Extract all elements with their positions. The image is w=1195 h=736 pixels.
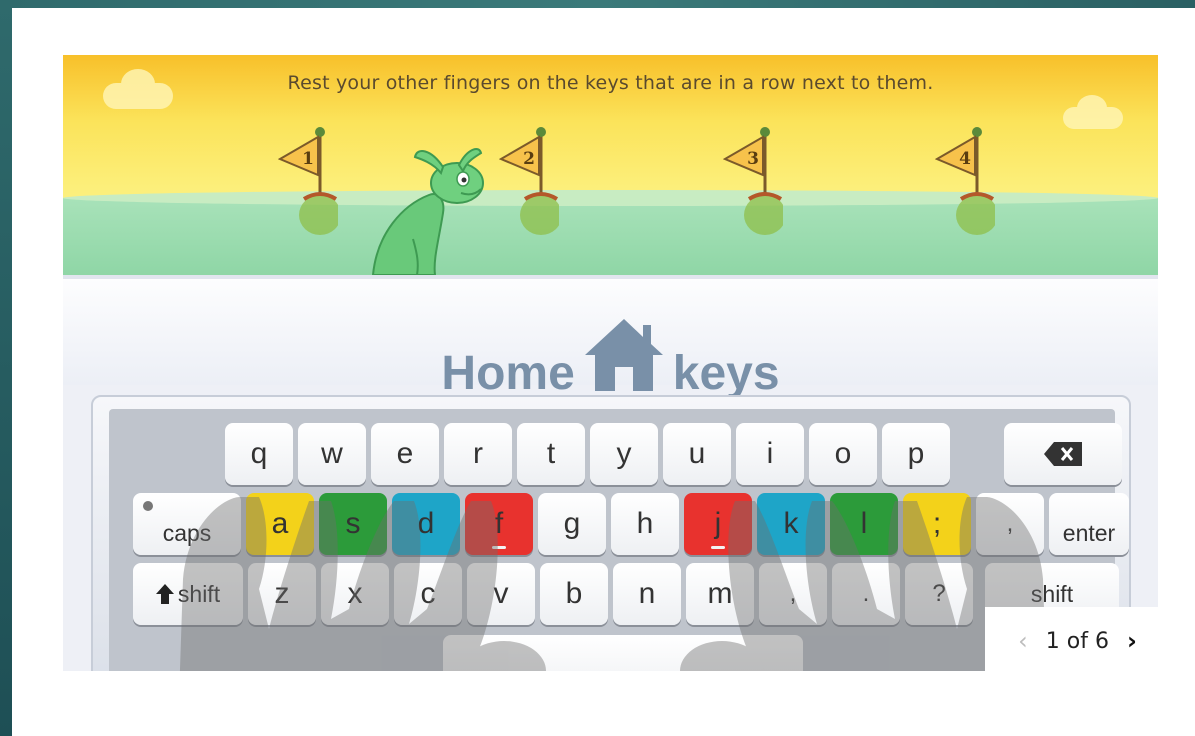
flag-number: 3	[747, 149, 759, 169]
key-z[interactable]: z	[248, 563, 316, 625]
key-v[interactable]: v	[467, 563, 535, 625]
next-image-button[interactable]: ›	[1127, 627, 1137, 655]
flag-4: 4	[935, 125, 995, 237]
key-t[interactable]: t	[517, 423, 585, 485]
pager-count: 1 of 6	[1045, 628, 1109, 654]
enter-label: enter	[1062, 520, 1116, 546]
key-comma[interactable]: ,	[759, 563, 827, 625]
key-o[interactable]: o	[809, 423, 877, 485]
on-screen-keyboard: q w e r t y u i o p caps a s d f g h j k…	[91, 395, 1131, 671]
key-l[interactable]: l	[830, 493, 898, 555]
shift-left-content: shift	[155, 580, 221, 608]
key-f-label: f	[494, 507, 504, 540]
flag-3: 3	[723, 125, 783, 237]
house-icon	[583, 317, 665, 405]
flag-number: 2	[523, 149, 535, 169]
caps-indicator-dot	[143, 501, 153, 511]
key-i[interactable]: i	[736, 423, 804, 485]
key-period[interactable]: .	[832, 563, 900, 625]
key-f[interactable]: f	[465, 493, 533, 555]
key-semicolon[interactable]: ;	[903, 493, 971, 555]
key-g[interactable]: g	[538, 493, 606, 555]
home-key-bump	[711, 546, 725, 549]
key-q[interactable]: q	[225, 423, 293, 485]
key-h[interactable]: h	[611, 493, 679, 555]
key-comma-apostrophe[interactable]: ,	[976, 493, 1044, 555]
shift-right-label: shift	[1030, 580, 1074, 607]
enter-key[interactable]: enter	[1049, 493, 1129, 555]
key-u[interactable]: u	[663, 423, 731, 485]
flag-number: 1	[302, 149, 314, 169]
shift-left-label: shift	[177, 580, 221, 607]
instruction-text: Rest your other fingers on the keys that…	[287, 72, 934, 94]
key-p[interactable]: p	[882, 423, 950, 485]
flag-2: 2	[499, 125, 559, 237]
backspace-key[interactable]	[1004, 423, 1122, 485]
lesson-scene: Rest your other fingers on the keys that…	[63, 55, 1158, 275]
keyboard-keys-area: q w e r t y u i o p caps a s d f g h j k…	[109, 409, 1129, 671]
key-r[interactable]: r	[444, 423, 512, 485]
key-j[interactable]: j	[684, 493, 752, 555]
window-left-edge	[0, 0, 12, 736]
key-j-label: j	[714, 507, 722, 540]
page-title: Home keys	[63, 317, 1158, 405]
caps-key[interactable]: caps	[133, 493, 241, 555]
shift-arrow-icon	[155, 584, 174, 604]
key-n[interactable]: n	[613, 563, 681, 625]
backspace-icon	[1044, 442, 1082, 466]
flag-1: 1	[278, 125, 338, 237]
key-a[interactable]: a	[246, 493, 314, 555]
key-k[interactable]: k	[757, 493, 825, 555]
previous-image-button[interactable]: ‹	[1018, 627, 1028, 655]
caps-label: caps	[162, 520, 212, 546]
image-pager: ‹ 1 of 6 ›	[985, 607, 1170, 675]
key-c[interactable]: c	[394, 563, 462, 625]
key-e[interactable]: e	[371, 423, 439, 485]
key-s[interactable]: s	[319, 493, 387, 555]
space-bar[interactable]	[443, 635, 803, 671]
title-home: Home	[441, 347, 575, 400]
title-keys: keys	[672, 347, 780, 400]
key-d[interactable]: d	[392, 493, 460, 555]
key-b[interactable]: b	[540, 563, 608, 625]
key-m[interactable]: m	[686, 563, 754, 625]
left-shift-key[interactable]: shift	[133, 563, 243, 625]
cloud	[1063, 95, 1123, 129]
key-w[interactable]: w	[298, 423, 366, 485]
dinosaur-character-icon	[371, 148, 484, 275]
window-top-edge	[0, 0, 1195, 8]
key-y[interactable]: y	[590, 423, 658, 485]
flag-number: 4	[959, 149, 971, 169]
home-key-bump	[492, 546, 506, 549]
key-question[interactable]: ?	[905, 563, 973, 625]
key-x[interactable]: x	[321, 563, 389, 625]
lesson-screenshot: Rest your other fingers on the keys that…	[63, 55, 1158, 671]
